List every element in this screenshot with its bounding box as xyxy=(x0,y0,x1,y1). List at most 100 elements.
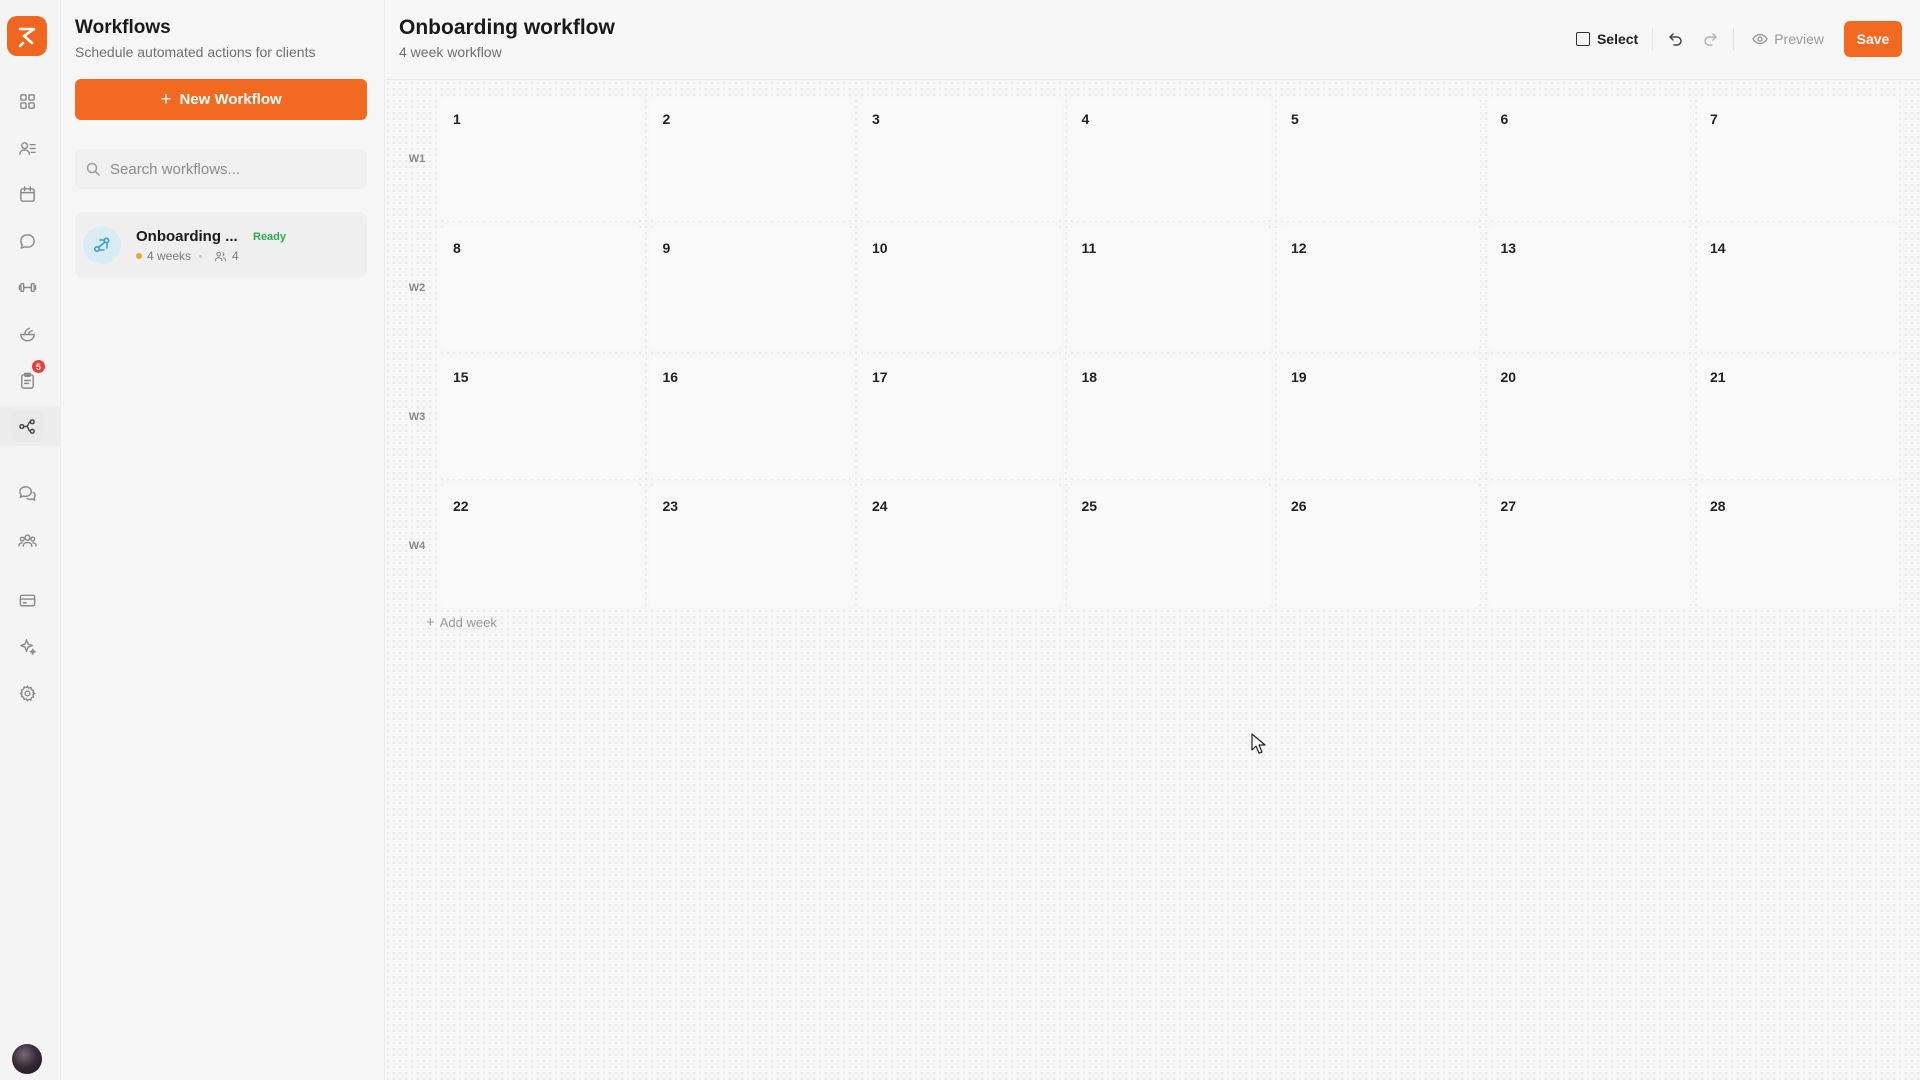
day-cell[interactable]: 25 xyxy=(1068,484,1271,608)
select-toggle[interactable]: Select xyxy=(1568,21,1646,57)
day-cell[interactable]: 19 xyxy=(1278,355,1480,479)
day-cell[interactable]: 5 xyxy=(1278,97,1480,221)
day-cell[interactable]: 17 xyxy=(859,355,1061,479)
day-cell[interactable]: 8 xyxy=(440,226,642,350)
day-cell[interactable]: 26 xyxy=(1278,484,1480,608)
rail-item-workflows[interactable] xyxy=(11,410,43,442)
day-number: 5 xyxy=(1291,111,1299,127)
day-cell[interactable]: 18 xyxy=(1068,355,1271,479)
day-number: 16 xyxy=(662,369,679,385)
day-cell[interactable]: 16 xyxy=(649,355,852,479)
rail-item-dashboard[interactable] xyxy=(11,85,43,117)
workflow-item-clients: 4 xyxy=(232,249,239,263)
redo-icon xyxy=(1704,33,1717,46)
toolbar-divider xyxy=(1733,28,1735,50)
day-cell[interactable]: 11 xyxy=(1068,226,1271,350)
day-cell[interactable]: 4 xyxy=(1068,97,1271,221)
rail-item-messages[interactable] xyxy=(11,225,43,257)
day-number: 17 xyxy=(872,369,888,385)
day-cell[interactable]: 2 xyxy=(649,97,852,221)
rail-item-settings[interactable] xyxy=(11,677,43,709)
day-cell[interactable]: 22 xyxy=(440,484,642,608)
app-logo[interactable] xyxy=(7,16,47,56)
workflow-list-item[interactable]: Onboarding ... Ready 4 weeks 4 xyxy=(75,212,367,278)
workflow-status-badge: Ready xyxy=(253,231,287,243)
day-cell[interactable]: 27 xyxy=(1487,484,1690,608)
workflows-panel: Workflows Schedule automated actions for… xyxy=(61,0,385,1080)
day-cell[interactable]: 6 xyxy=(1487,97,1690,221)
day-cell[interactable]: 14 xyxy=(1697,226,1899,350)
day-cell[interactable]: 10 xyxy=(859,226,1061,350)
preview-label: Preview xyxy=(1774,31,1824,47)
rail-item-calendar[interactable] xyxy=(11,178,43,210)
week-label: W3 xyxy=(408,411,426,423)
rail-item-workouts[interactable] xyxy=(11,271,43,303)
mouse-cursor-icon xyxy=(1251,733,1266,754)
panel-subtitle: Schedule automated actions for clients xyxy=(75,44,316,60)
day-number: 24 xyxy=(872,498,888,514)
day-number: 28 xyxy=(1710,498,1726,514)
day-number: 7 xyxy=(1710,111,1718,127)
rail-item-clients[interactable] xyxy=(11,132,43,164)
preview-button[interactable]: Preview xyxy=(1740,21,1836,57)
workflow-item-weeks: 4 weeks xyxy=(147,249,192,263)
rail-item-billing[interactable] xyxy=(11,584,43,616)
page-title: Onboarding workflow xyxy=(399,16,615,39)
tasks-badge: 5 xyxy=(31,359,46,374)
editor-toolbar: Select Preview Save xyxy=(1568,21,1902,57)
day-cell[interactable]: 28 xyxy=(1697,484,1899,608)
day-number: 2 xyxy=(662,111,671,127)
rail-item-team[interactable] xyxy=(11,524,43,556)
week-label: W2 xyxy=(408,282,426,294)
day-cell[interactable]: 9 xyxy=(649,226,852,350)
rail-item-nutrition[interactable] xyxy=(11,318,43,350)
dumbbell-icon xyxy=(18,282,36,292)
week-row: W1 1 2 3 4 5 6 7 xyxy=(399,97,1904,221)
day-number: 22 xyxy=(453,498,469,514)
day-number: 19 xyxy=(1291,369,1307,385)
add-week-label: Add week xyxy=(439,615,497,630)
day-number: 4 xyxy=(1081,111,1090,127)
new-workflow-button[interactable]: + New Workflow xyxy=(75,79,367,120)
plus-icon: + xyxy=(426,614,435,631)
panel-title: Workflows xyxy=(75,17,171,38)
workflow-board: W1 1 2 3 4 5 6 7 W2 8 9 10 11 12 13 14 W3 15 16 17 18 19 20 21 W… xyxy=(385,80,1920,1080)
rail-item-community[interactable] xyxy=(11,477,43,509)
users-icon xyxy=(214,251,227,261)
undo-button[interactable] xyxy=(1659,21,1693,57)
day-cell[interactable]: 12 xyxy=(1278,226,1480,350)
user-avatar[interactable] xyxy=(12,1044,42,1074)
workflow-icon xyxy=(18,418,35,434)
day-cell[interactable]: 13 xyxy=(1487,226,1690,350)
save-button[interactable]: Save xyxy=(1844,21,1902,57)
day-number: 11 xyxy=(1081,240,1097,256)
search-input[interactable] xyxy=(110,160,360,178)
week-label: W4 xyxy=(408,540,426,552)
day-cell[interactable]: 7 xyxy=(1697,97,1899,221)
redo-button[interactable] xyxy=(1693,21,1727,57)
users-list-icon xyxy=(18,141,36,155)
grid-icon xyxy=(19,93,35,109)
toolbar-divider xyxy=(1652,28,1654,50)
rail-item-tasks[interactable]: 5 xyxy=(11,359,46,396)
day-cell[interactable]: 3 xyxy=(859,97,1061,221)
workflow-link-icon xyxy=(93,237,110,253)
week-label: W1 xyxy=(408,153,426,165)
add-week-button[interactable]: + Add week xyxy=(426,615,497,630)
day-cell[interactable]: 21 xyxy=(1697,355,1899,479)
chat-bubbles-icon xyxy=(18,485,36,501)
day-cell[interactable]: 15 xyxy=(440,355,642,479)
week-row: W3 15 16 17 18 19 20 21 xyxy=(399,355,1904,479)
day-number: 26 xyxy=(1291,498,1307,514)
day-number: 12 xyxy=(1291,240,1307,256)
day-cell[interactable]: 24 xyxy=(859,484,1061,608)
select-checkbox-icon xyxy=(1575,32,1590,46)
sparkle-icon xyxy=(19,638,36,655)
day-cell[interactable]: 1 xyxy=(440,97,642,221)
day-cell[interactable]: 23 xyxy=(649,484,852,608)
day-cell[interactable]: 20 xyxy=(1487,355,1690,479)
day-number: 1 xyxy=(453,111,461,127)
day-number: 23 xyxy=(662,498,679,514)
day-number: 3 xyxy=(872,111,880,127)
rail-item-ai[interactable] xyxy=(11,630,43,662)
